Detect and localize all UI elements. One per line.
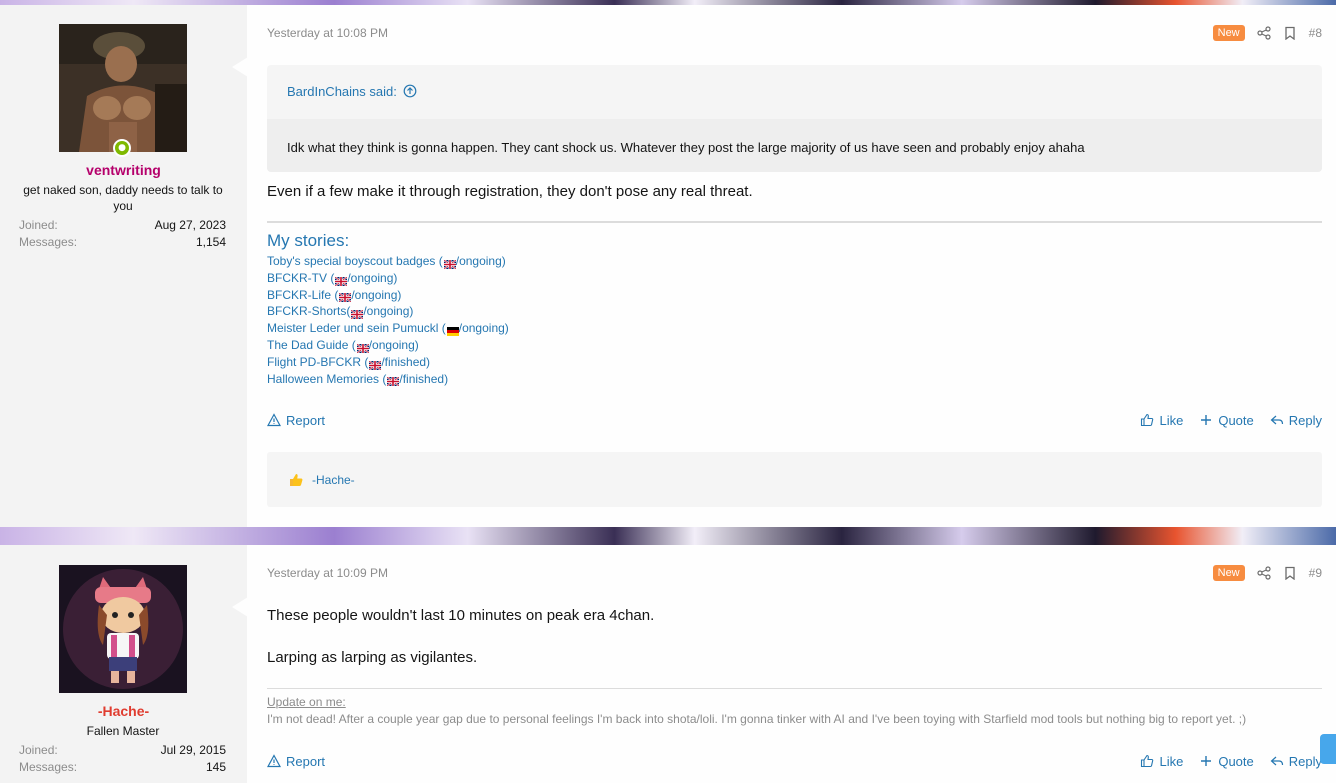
warning-icon: [267, 754, 281, 768]
joined-label: Joined:: [19, 218, 58, 232]
reply-icon: [1270, 415, 1283, 425]
story-link[interactable]: Flight PD-BFCKR (/finished): [267, 354, 509, 371]
story-link[interactable]: Toby's special boyscout badges (/ongoing…: [267, 253, 509, 270]
like-label: Like: [1159, 753, 1184, 769]
quote-button[interactable]: Quote: [1199, 412, 1254, 428]
bookmark-icon[interactable]: [1283, 566, 1297, 580]
new-badge: New: [1212, 25, 1245, 41]
reply-button[interactable]: Reply: [1270, 413, 1322, 428]
thumbs-up-icon: [1141, 754, 1154, 768]
messages-value[interactable]: 145: [206, 760, 226, 777]
quote-text: Idk what they think is gonna happen. The…: [267, 119, 1322, 172]
user-info-panel: -Hache- Fallen Master Joined: Jul 29, 20…: [0, 545, 248, 783]
report-button[interactable]: Report: [267, 413, 325, 428]
signature-label: Update on me:: [267, 695, 346, 709]
user-title: Fallen Master: [86, 724, 160, 738]
report-label: Report: [286, 753, 326, 769]
joined-stat: Joined: Jul 29, 2015: [19, 743, 226, 760]
post-number[interactable]: #9: [1309, 566, 1322, 580]
quote-header[interactable]: BardInChains said:: [267, 65, 1322, 119]
message-line: Larping as larping as vigilantes.: [267, 649, 478, 666]
messages-stat: Messages: 1,154: [19, 235, 226, 252]
story-link[interactable]: BFCKR-Shorts(/ongoing): [267, 303, 509, 321]
reply-button[interactable]: Reply: [1270, 754, 1322, 769]
user-info-panel: ● ventwriting get naked son, daddy needs…: [0, 5, 248, 527]
new-badge: New: [1212, 565, 1245, 581]
reactions-bar: -Hache-: [267, 452, 1322, 507]
like-button[interactable]: Like: [1140, 754, 1183, 769]
uk-flag-icon: [386, 374, 400, 388]
like-reaction-icon: [290, 473, 303, 486]
joined-value: Jul 29, 2015: [160, 743, 226, 757]
avatar[interactable]: [59, 565, 187, 693]
joined-stat: Joined: Aug 27, 2023: [19, 218, 226, 235]
post-date[interactable]: Yesterday at 10:09 PM: [267, 566, 388, 580]
signature-divider: [267, 221, 1322, 223]
messages-label: Messages:: [19, 235, 78, 249]
story-link[interactable]: Meister Leder und sein Pumuckl (/ongoing…: [267, 320, 509, 337]
quote-label: Quote: [1218, 412, 1254, 428]
avatar[interactable]: [59, 24, 187, 152]
post-footer: Report Like Quote Reply: [267, 751, 1322, 771]
reaction-user[interactable]: -Hache-: [312, 473, 355, 487]
message-text: Even if a few make it through registrati…: [267, 183, 753, 200]
user-title: get naked son, daddy needs to talk to yo…: [23, 183, 223, 213]
post-date[interactable]: Yesterday at 10:08 PM: [267, 26, 388, 40]
story-list: Toby's special boyscout badges (/ongoing…: [267, 253, 509, 388]
joined-value: Aug 27, 2023: [154, 218, 226, 232]
uk-flag-icon: [356, 341, 370, 354]
thumbs-up-icon: [1141, 413, 1154, 427]
messages-stat: Messages: 145: [19, 760, 226, 777]
signature-text: I'm not dead! After a couple year gap du…: [267, 712, 1247, 726]
uk-flag-icon: [338, 290, 352, 304]
arrow-up-circle-icon[interactable]: [403, 84, 417, 98]
online-status-icon: ●: [113, 139, 131, 157]
uk-flag-icon: [443, 257, 457, 270]
post-header-actions: New #9: [1212, 564, 1322, 582]
uk-flag-icon: [368, 358, 382, 371]
de-flag-icon: [446, 324, 459, 337]
story-link[interactable]: The Dad Guide (/ongoing): [267, 337, 509, 354]
plus-icon: [1201, 756, 1212, 766]
reply-icon: [1270, 756, 1283, 766]
reply-label: Reply: [1288, 753, 1322, 769]
post-footer: Report Like Quote Reply: [267, 410, 1322, 430]
uk-flag-icon: [350, 307, 364, 321]
share-icon[interactable]: [1257, 566, 1271, 580]
scroll-to-top-button[interactable]: [1320, 734, 1336, 764]
quote-button[interactable]: Quote: [1199, 753, 1254, 769]
report-button[interactable]: Report: [267, 754, 325, 769]
signature-divider: [267, 688, 1322, 689]
messages-label: Messages:: [19, 760, 78, 774]
messages-value[interactable]: 1,154: [196, 235, 226, 252]
username[interactable]: -Hache-: [0, 703, 247, 719]
post: -Hache- Fallen Master Joined: Jul 29, 20…: [0, 545, 1336, 783]
bookmark-icon[interactable]: [1283, 26, 1297, 40]
story-link[interactable]: BFCKR-TV (/ongoing): [267, 270, 509, 287]
post-number[interactable]: #8: [1309, 26, 1322, 40]
signature-title: My stories:: [267, 231, 350, 250]
post: ● ventwriting get naked son, daddy needs…: [0, 5, 1336, 527]
uk-flag-icon: [334, 274, 348, 287]
story-link[interactable]: BFCKR-Life (/ongoing): [267, 287, 509, 304]
quote-label: Quote: [1218, 753, 1254, 769]
story-link[interactable]: Halloween Memories (/finished): [267, 371, 509, 388]
warning-icon: [267, 413, 281, 427]
report-label: Report: [286, 412, 326, 428]
quote-author[interactable]: BardInChains said:: [287, 84, 397, 99]
banner-strip-middle: [0, 527, 1336, 545]
reply-label: Reply: [1288, 412, 1322, 428]
joined-label: Joined:: [19, 743, 58, 757]
like-label: Like: [1159, 412, 1184, 428]
username[interactable]: ventwriting: [0, 162, 247, 178]
quote-block: BardInChains said: Idk what they think i…: [267, 65, 1322, 172]
post-content: Yesterday at 10:08 PM New #8 BardInChain…: [267, 5, 1322, 527]
like-button[interactable]: Like: [1140, 413, 1183, 428]
share-icon[interactable]: [1257, 26, 1271, 40]
plus-icon: [1201, 415, 1212, 425]
post-content: Yesterday at 10:09 PM New #9 These peopl…: [267, 545, 1322, 783]
post-header-actions: New #8: [1212, 24, 1322, 42]
message-line: These people wouldn't last 10 minutes on…: [267, 607, 655, 624]
